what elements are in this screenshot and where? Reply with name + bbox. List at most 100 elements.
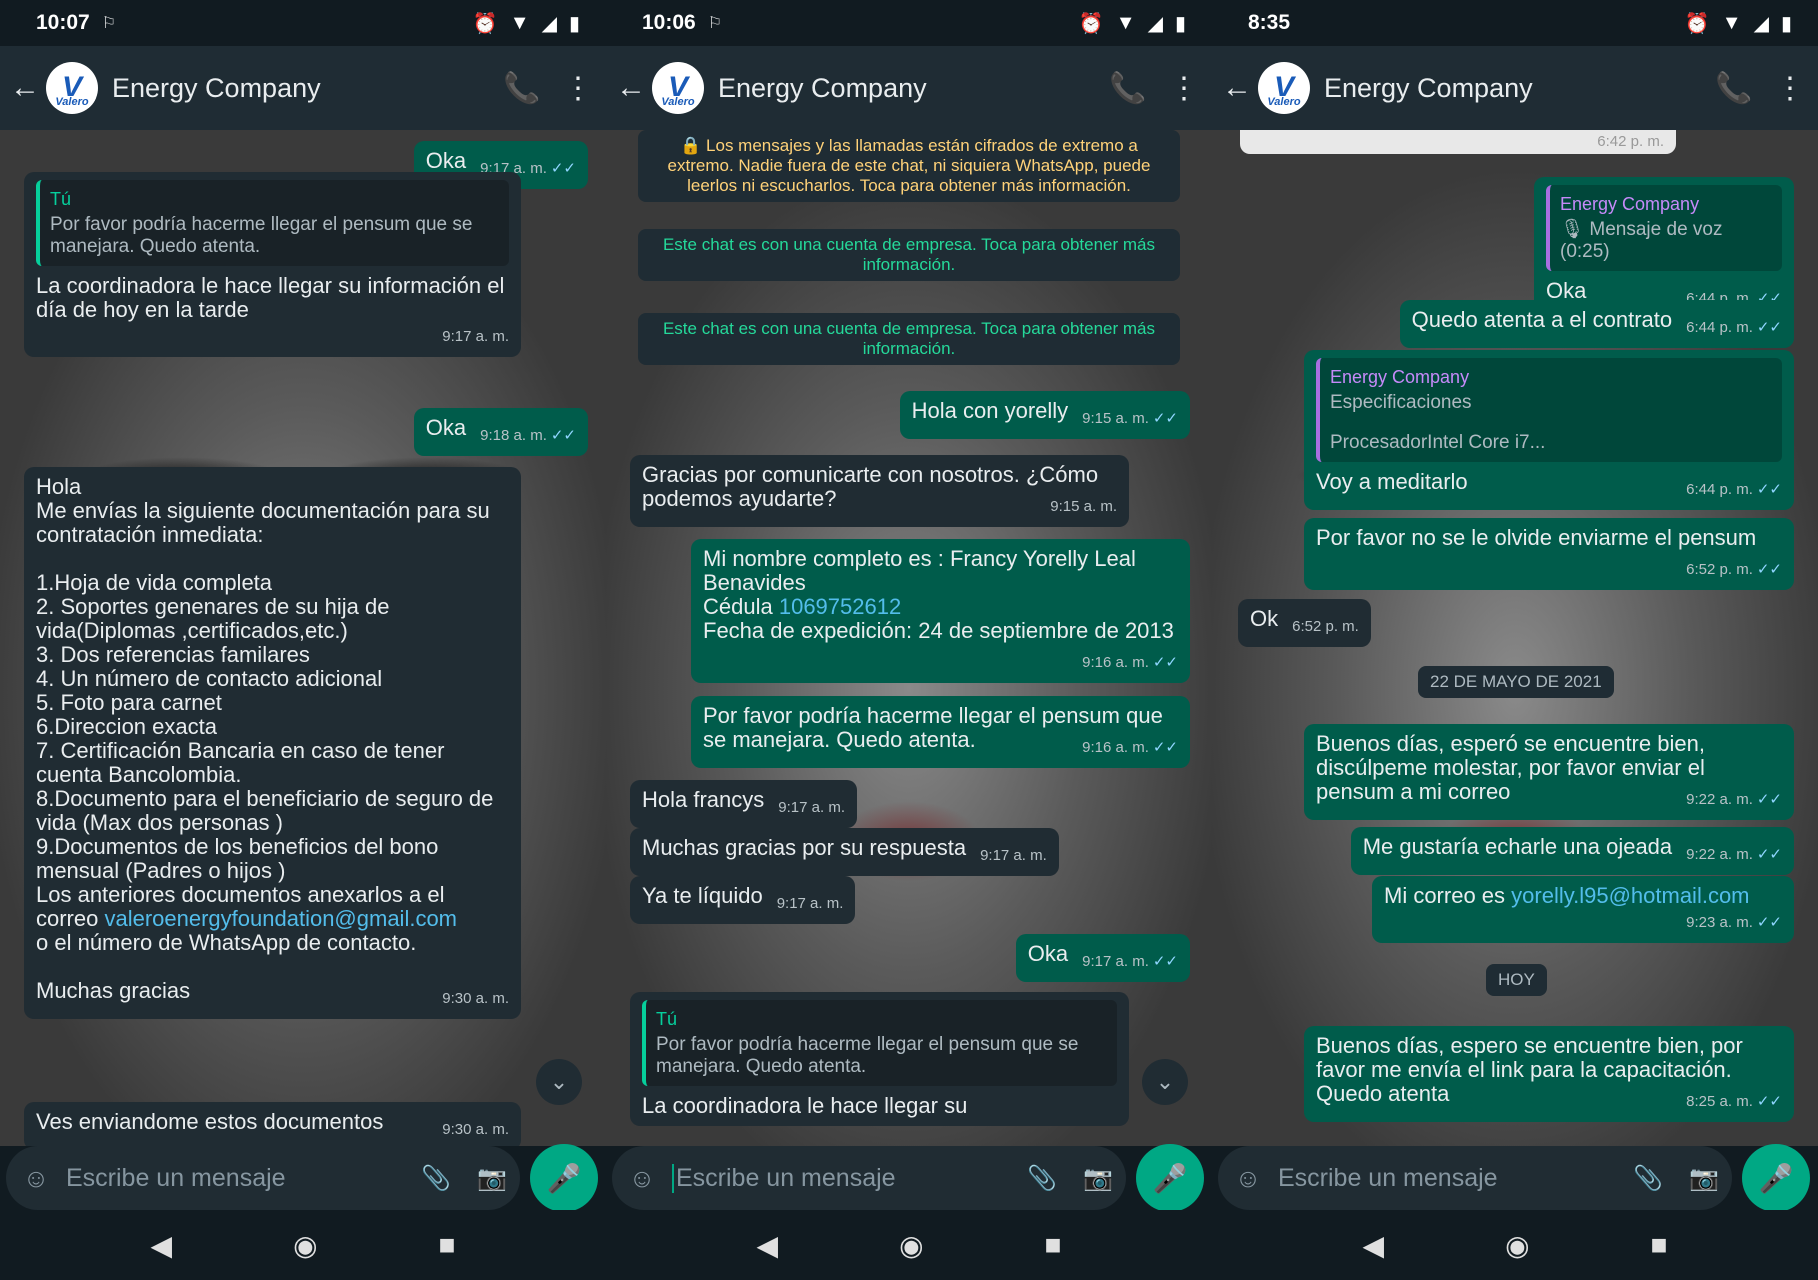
message-incoming[interactable]: Ok 6:52 p. m.: [1238, 599, 1371, 647]
battery-icon: ▮: [568, 12, 580, 35]
message-incoming[interactable]: Ves enviandome estos documentos 9:30 a. …: [24, 1102, 521, 1146]
message-outgoing[interactable]: Oka 9:18 a. m. ✓✓: [413, 408, 588, 456]
double-check-icon: ✓✓: [1756, 846, 1782, 863]
back-arrow-icon[interactable]: ←: [1216, 71, 1258, 105]
more-vertical-icon[interactable]: ⋮: [550, 71, 606, 106]
camera-icon[interactable]: 📷: [1070, 1164, 1126, 1193]
chat-area[interactable]: 🔒 Los mensajes y las llamadas están cifr…: [606, 130, 1212, 1146]
microphone-icon[interactable]: 🎤: [530, 1144, 598, 1212]
message-outgoing[interactable]: Buenos días, espero se encuentre bien, p…: [1304, 1026, 1794, 1122]
add-call-icon[interactable]: 📞: [1100, 71, 1156, 106]
message-outgoing-reply[interactable]: Energy Company 🎙 Mensaje de voz (0:25) O…: [1534, 177, 1794, 319]
message-outgoing[interactable]: Hola con yorelly 9:15 a. m. ✓✓: [899, 391, 1190, 439]
paperclip-icon[interactable]: 📎: [408, 1164, 464, 1193]
date-divider: 22 DE MAYO DE 2021: [1418, 666, 1614, 698]
signal-icon: ◢: [541, 12, 557, 35]
nav-home-icon[interactable]: ◉: [899, 1229, 923, 1262]
quoted-message[interactable]: Tú Por favor podría hacerme llegar el pe…: [36, 180, 509, 266]
screenshot-collage: 10:07 ⚐ ⏰ ▼ ◢ ▮ ← V Valero Energy Company 📞 …: [0, 0, 1818, 1280]
message-incoming-doc-list[interactable]: Hola Me envías la siguiente documentació…: [24, 467, 521, 1019]
contact-name[interactable]: Energy Company: [1324, 73, 1706, 104]
business-account-notice[interactable]: Este chat es con una cuenta de empresa. …: [638, 313, 1180, 365]
message-incoming[interactable]: Ya te líquido 9:17 a. m.: [630, 876, 856, 924]
add-call-icon[interactable]: 📞: [1706, 71, 1762, 106]
nav-recents-icon[interactable]: ■: [1045, 1229, 1062, 1261]
contact-name[interactable]: Energy Company: [718, 73, 1100, 104]
notification-icon: ⚐: [101, 15, 117, 32]
add-call-icon[interactable]: 📞: [494, 71, 550, 106]
message-outgoing-reply[interactable]: Energy Company Especificaciones Procesad…: [1304, 350, 1794, 510]
nav-home-icon[interactable]: ◉: [1505, 1229, 1529, 1262]
quoted-message[interactable]: Tú Por favor podría hacerme llegar el pe…: [642, 1000, 1117, 1086]
double-check-icon: ✓✓: [1152, 739, 1178, 756]
message-outgoing[interactable]: Quedo atenta a el contrato 6:44 p. m. ✓✓: [1399, 300, 1794, 348]
message-outgoing[interactable]: Por favor no se le olvide enviarme el pe…: [1304, 518, 1794, 590]
chat-header: ← V Valero Energy Company 📞 ⋮: [1212, 46, 1818, 130]
chat-area[interactable]: Oka 9:17 a. m. ✓✓ Tú Por favor podría hac…: [0, 130, 606, 1146]
contact-avatar[interactable]: V Valero: [1258, 62, 1310, 114]
chat-area[interactable]: 6:42 p. m. Energy Company 🎙 Mensaje de v…: [1212, 130, 1818, 1146]
emoji-icon[interactable]: ☺: [612, 1163, 672, 1194]
double-check-icon: ✓✓: [1152, 953, 1178, 970]
double-check-icon: ✓✓: [1756, 914, 1782, 931]
nav-back-icon[interactable]: ◀: [757, 1229, 779, 1262]
nav-recents-icon[interactable]: ■: [1651, 1229, 1668, 1261]
email-link[interactable]: valeroenergyfoundation@gmail.com: [104, 906, 457, 931]
emoji-icon[interactable]: ☺: [1218, 1163, 1278, 1194]
contact-avatar[interactable]: V Valero: [46, 62, 98, 114]
system-nav-bar: ◀ ◉ ■: [0, 1210, 606, 1280]
scroll-down-icon[interactable]: ⌄: [536, 1059, 582, 1105]
message-input[interactable]: Escribe un mensaje: [66, 1164, 408, 1193]
nav-back-icon[interactable]: ◀: [151, 1229, 173, 1262]
phone-number-link[interactable]: 1069752612: [779, 594, 901, 619]
message-partial[interactable]: 6:42 p. m.: [1240, 130, 1676, 154]
message-outgoing[interactable]: Me gustaría echarle una ojeada 9:22 a. m…: [1350, 827, 1794, 875]
scroll-down-icon[interactable]: ⌄: [1142, 1059, 1188, 1105]
camera-icon[interactable]: 📷: [464, 1164, 520, 1193]
back-arrow-icon[interactable]: ←: [4, 71, 46, 105]
encryption-notice[interactable]: 🔒 Los mensajes y las llamadas están cifr…: [638, 130, 1180, 202]
contact-name[interactable]: Energy Company: [112, 73, 494, 104]
nav-home-icon[interactable]: ◉: [293, 1229, 317, 1262]
email-link[interactable]: yorelly.l95@hotmail.com: [1511, 883, 1749, 908]
nav-recents-icon[interactable]: ■: [439, 1229, 456, 1261]
message-incoming[interactable]: Gracias por comunicarte con nosotros. ¿C…: [630, 455, 1129, 527]
message-input[interactable]: Escribe un mensaje: [1278, 1164, 1620, 1193]
message-outgoing[interactable]: Buenos días, esperó se encuentre bien, d…: [1304, 724, 1794, 820]
quoted-message[interactable]: Energy Company 🎙 Mensaje de voz (0:25): [1546, 185, 1782, 271]
business-account-notice[interactable]: Este chat es con una cuenta de empresa. …: [638, 229, 1180, 281]
message-input[interactable]: Escribe un mensaje: [672, 1163, 1014, 1193]
lock-icon: 🔒: [680, 136, 702, 155]
message-incoming-reply[interactable]: Tú Por favor podría hacerme llegar el pe…: [24, 172, 521, 357]
message-outgoing[interactable]: Oka 9:17 a. m. ✓✓: [1015, 934, 1190, 982]
message-incoming[interactable]: Muchas gracias por su respuesta 9:17 a. …: [630, 828, 1059, 876]
message-outgoing[interactable]: Mi correo es yorelly.l95@hotmail.com 9:2…: [1372, 876, 1794, 943]
back-arrow-icon[interactable]: ←: [610, 71, 652, 105]
double-check-icon: ✓✓: [1152, 654, 1178, 671]
more-vertical-icon[interactable]: ⋮: [1762, 71, 1818, 106]
nav-back-icon[interactable]: ◀: [1363, 1229, 1385, 1262]
message-input-bar[interactable]: ☺ Escribe un mensaje 📎 📷: [6, 1146, 520, 1210]
message-incoming[interactable]: Hola francys 9:17 a. m.: [630, 780, 857, 828]
camera-icon[interactable]: 📷: [1676, 1164, 1732, 1193]
microphone-icon[interactable]: 🎤: [1742, 1144, 1810, 1212]
signal-icon: ◢: [1147, 12, 1163, 35]
emoji-icon[interactable]: ☺: [6, 1163, 66, 1194]
paperclip-icon[interactable]: 📎: [1620, 1164, 1676, 1193]
paperclip-icon[interactable]: 📎: [1014, 1164, 1070, 1193]
quoted-message[interactable]: Energy Company Especificaciones Procesad…: [1316, 358, 1782, 462]
message-outgoing[interactable]: Por favor podría hacerme llegar el pensu…: [691, 696, 1190, 768]
phone-screen-2: 10:06 ⚐ ⏰ ▼ ◢ ▮ ← V Valero Energy Company 📞 …: [606, 0, 1212, 1280]
double-check-icon: ✓✓: [550, 160, 576, 177]
microphone-icon[interactable]: 🎤: [1136, 1144, 1204, 1212]
alarm-icon: ⏰: [1684, 12, 1710, 35]
message-input-bar[interactable]: ☺ Escribe un mensaje 📎 📷: [1218, 1146, 1732, 1210]
message-input-bar[interactable]: ☺ Escribe un mensaje 📎 📷: [612, 1146, 1126, 1210]
message-outgoing-personal-info[interactable]: Mi nombre completo es : Francy Yorelly L…: [691, 539, 1190, 683]
contact-avatar[interactable]: V Valero: [652, 62, 704, 114]
more-vertical-icon[interactable]: ⋮: [1156, 71, 1212, 106]
message-incoming-reply[interactable]: Tú Por favor podría hacerme llegar el pe…: [630, 992, 1129, 1126]
status-time: 10:06: [642, 11, 696, 34]
microphone-icon: 🎙: [1560, 219, 1585, 240]
phone-screen-1: 10:07 ⚐ ⏰ ▼ ◢ ▮ ← V Valero Energy Company 📞 …: [0, 0, 606, 1280]
